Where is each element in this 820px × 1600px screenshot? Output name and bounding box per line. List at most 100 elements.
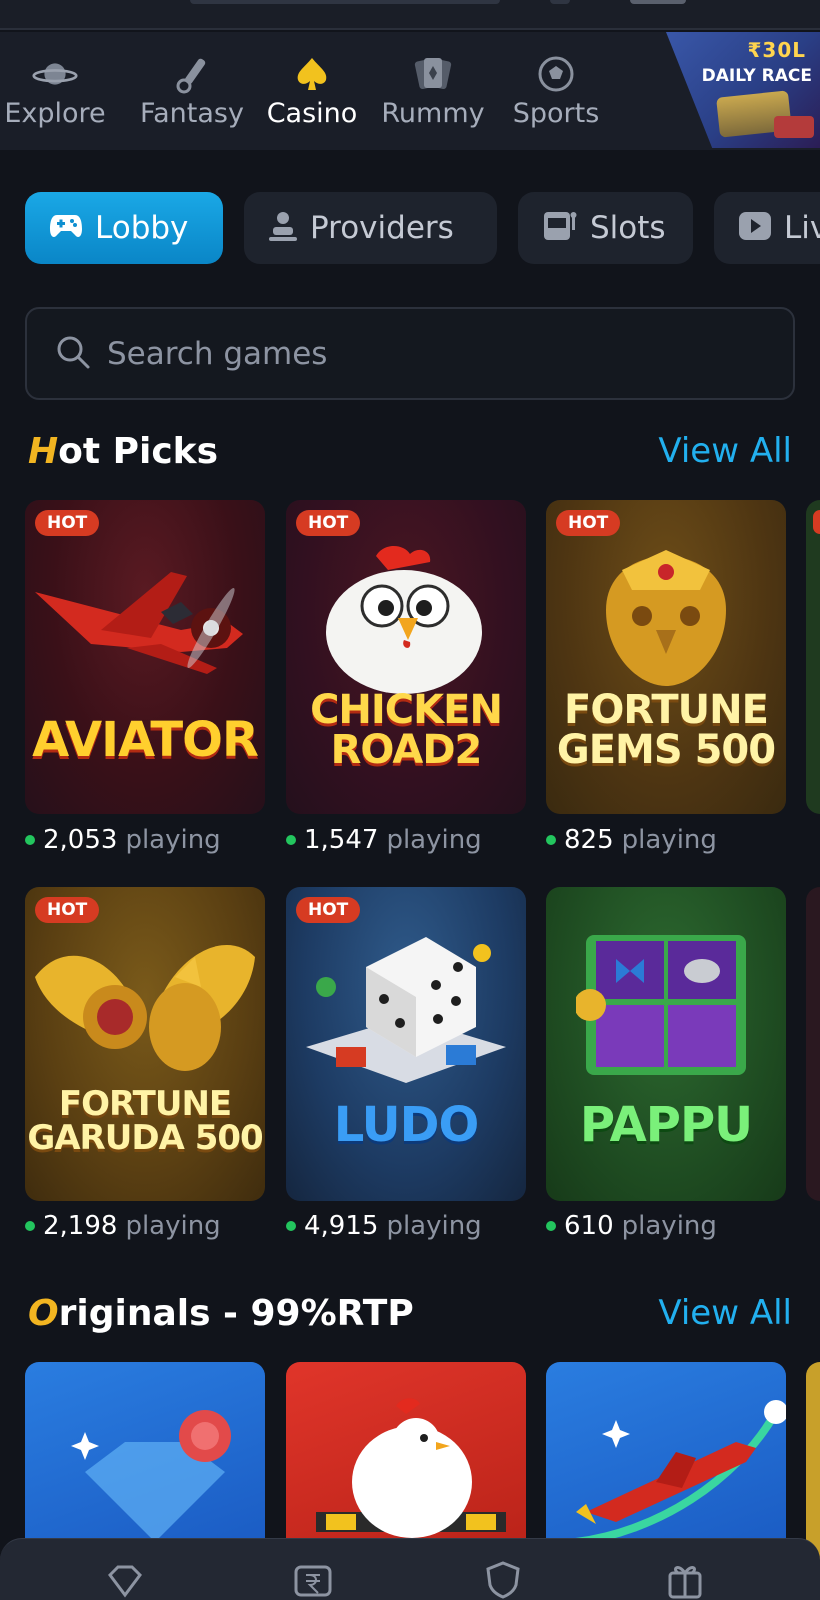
category-bar: Explore Fantasy Casino Rummy Sports ₹30L… [0, 32, 820, 150]
tab-slots[interactable]: Slots [518, 192, 693, 264]
tab-label: Slots [590, 210, 666, 246]
hot-badge: HOT [35, 510, 100, 536]
daily-race-banner[interactable]: ₹30L DAILY RACE [666, 32, 820, 148]
garuda-art [25, 917, 265, 1091]
category-label: Casino [266, 98, 358, 129]
player-count-value: 1,547 [304, 825, 379, 855]
jet-art [556, 1392, 786, 1556]
strip-pill [190, 0, 500, 4]
game-card-fortune-gems-500[interactable]: HOT FORTUNE GEMS 500 [546, 500, 786, 814]
search-bar[interactable] [25, 307, 795, 400]
game-title: FORTUNE GEMS 500 [556, 687, 776, 773]
player-count-value: 2,198 [43, 1211, 118, 1241]
casino-tabs: Lobby Providers Slots Live [0, 192, 820, 264]
tab-label: Lobby [95, 210, 189, 246]
strip-pill [630, 0, 686, 4]
chicken-art [314, 544, 498, 698]
online-dot [286, 1221, 296, 1231]
hot-badge: HOT [296, 897, 361, 923]
game-card-ludo[interactable]: HOT LUDO [286, 887, 526, 1201]
cards-icon [410, 54, 456, 94]
football-icon [533, 54, 579, 94]
user-icon [268, 210, 298, 246]
player-count: 610 playing [546, 1211, 717, 1241]
tab-live[interactable]: Live [714, 192, 820, 264]
category-casino[interactable]: Casino [260, 54, 364, 144]
category-fantasy[interactable]: Fantasy [134, 54, 250, 144]
player-count: 4,915 playing [286, 1211, 482, 1241]
category-rummy[interactable]: Rummy [374, 54, 492, 144]
pappu-board-art [574, 935, 756, 1089]
hot-badge: HOT [296, 510, 361, 536]
search-input[interactable] [107, 335, 747, 372]
online-dot [286, 835, 296, 845]
view-all-link[interactable]: View All [658, 431, 792, 471]
tab-providers[interactable]: Providers [244, 192, 497, 264]
player-count: 2,053 playing [25, 825, 221, 855]
category-sports[interactable]: Sports [504, 54, 608, 144]
idol-art [582, 550, 750, 694]
search-icon [55, 334, 91, 374]
title-initial: O [28, 1292, 59, 1334]
originals-header: Originals - 99%RTP View All [28, 1288, 792, 1338]
status-strip [0, 0, 820, 30]
original-card-jet[interactable] [546, 1362, 786, 1562]
online-dot [25, 1221, 35, 1231]
gift-nav-icon[interactable] [664, 1559, 706, 1600]
title-initial: H [28, 430, 59, 472]
chicken-original-art [316, 1392, 506, 1556]
game-title: CHICKEN ROAD2 [310, 687, 503, 773]
play-icon [738, 210, 772, 246]
original-card-diamond-mines[interactable] [25, 1362, 265, 1562]
game-card-partial[interactable] [806, 887, 820, 1201]
rupee-nav-icon[interactable] [292, 1559, 334, 1600]
game-title: PAPPU [579, 1097, 753, 1153]
shield-nav-icon[interactable] [482, 1559, 524, 1600]
game-card-aviator[interactable]: HOT AVIATOR [25, 500, 265, 814]
cricket-icon [169, 54, 215, 94]
promo-amount: ₹30L [747, 38, 806, 62]
promo-title: DAILY RACE [701, 66, 812, 86]
slot-machine-icon [542, 210, 578, 246]
original-card-partial[interactable] [806, 1362, 820, 1562]
player-count-label: playing [125, 1211, 221, 1241]
section-title: Originals - 99%RTP [28, 1293, 414, 1334]
player-count-label: playing [386, 1211, 482, 1241]
tab-label: Live [784, 210, 820, 246]
planet-icon [32, 54, 78, 94]
game-title: FORTUNE GARUDA 500 [27, 1084, 263, 1158]
online-dot [546, 1221, 556, 1231]
player-count-label: playing [621, 1211, 717, 1241]
game-card-fortune-garuda-500[interactable]: HOT FORTUNE GARUDA 500 [25, 887, 265, 1201]
bottom-nav [0, 1538, 820, 1600]
category-label: Fantasy [140, 98, 244, 129]
player-count-value: 610 [564, 1211, 614, 1241]
diamond-art [55, 1392, 255, 1546]
cash-graphic [774, 116, 814, 138]
game-title: AVIATOR [32, 712, 259, 768]
view-all-link[interactable]: View All [658, 1293, 792, 1333]
dice-art [296, 927, 516, 1091]
spade-icon [289, 54, 335, 94]
game-card-pappu[interactable]: PAPPU [546, 887, 786, 1201]
game-card-chicken-road2[interactable]: HOT CHICKEN ROAD2 [286, 500, 526, 814]
tab-lobby[interactable]: Lobby [25, 192, 223, 264]
original-card-chicken[interactable] [286, 1362, 526, 1562]
player-count-value: 2,053 [43, 825, 118, 855]
diamond-nav-icon[interactable] [104, 1559, 146, 1600]
category-label: Sports [512, 98, 600, 129]
player-count-label: playing [386, 825, 482, 855]
game-title: LUDO [333, 1097, 480, 1153]
game-card-partial[interactable] [806, 500, 820, 814]
player-count-value: 825 [564, 825, 614, 855]
plane-art [31, 552, 263, 686]
strip-pill [550, 0, 570, 4]
online-dot [25, 835, 35, 845]
hot-badge: HOT [556, 510, 621, 536]
online-dot [546, 835, 556, 845]
category-label: Explore [4, 98, 106, 129]
gamepad-icon [49, 211, 83, 245]
category-explore[interactable]: Explore [0, 54, 120, 144]
section-title: Hot Picks [28, 431, 218, 472]
title-rest: ot Picks [58, 430, 219, 472]
